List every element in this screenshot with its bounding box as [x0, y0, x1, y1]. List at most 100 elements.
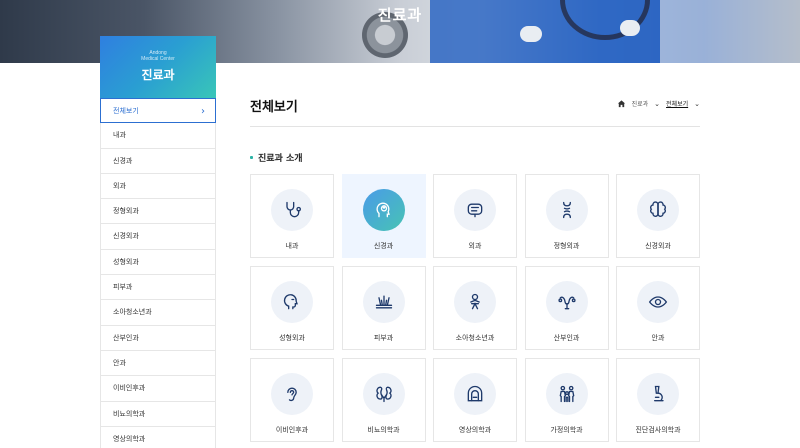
sidebar-item-label: 산부인과 — [113, 333, 139, 342]
dept-card-urology[interactable]: 비뇨의학과 — [341, 358, 426, 442]
dept-label: 신경과 — [373, 242, 394, 250]
intestine-icon — [467, 203, 483, 218]
sidebar-item-internal-medicine[interactable]: 내과 — [100, 123, 216, 149]
sidebar-item-neurology[interactable]: 신경과 — [100, 148, 216, 174]
dept-label: 성형외과 — [279, 334, 305, 342]
icon-badge — [637, 373, 679, 415]
sidebar-english-line2: Medical Center — [141, 56, 175, 62]
icon-badge — [362, 373, 405, 415]
icon-badge — [362, 189, 405, 231]
family-icon — [559, 385, 574, 403]
sidebar-item-label: 신경과 — [113, 156, 133, 165]
sidebar-item-urology[interactable]: 비뇨의학과 — [100, 401, 216, 427]
chevron-down-icon[interactable]: ⌄ — [694, 100, 700, 108]
bullet-icon — [250, 156, 253, 159]
icon-badge — [637, 281, 679, 323]
dept-label: 산부인과 — [553, 334, 580, 342]
face-profile-icon — [283, 294, 298, 310]
dept-label: 가정의학과 — [550, 426, 583, 434]
uterus-icon — [557, 296, 576, 310]
icon-badge — [271, 373, 313, 415]
mri-scanner-icon — [467, 385, 483, 402]
icon-badge — [362, 281, 405, 323]
section-title-text: 진료과 소개 — [258, 154, 303, 164]
breadcrumb-current[interactable]: 전체보기 — [666, 99, 688, 108]
sidebar-item-label: 전체보기 — [113, 107, 139, 115]
breadcrumb: 진료과 ⌄ 전체보기 ⌄ — [617, 99, 700, 108]
icon-badge — [454, 189, 496, 231]
dept-card-family-medicine[interactable]: 가정의학과 — [524, 358, 609, 442]
dept-card-internal-medicine[interactable]: 내과 — [250, 174, 334, 258]
dept-label: 피부과 — [373, 334, 394, 342]
kidney-icon — [375, 386, 392, 403]
sidebar-item-ent[interactable]: 이비인후과 — [100, 376, 216, 402]
sidebar-item-radiology[interactable]: 영상의학과 — [100, 426, 216, 448]
sidebar-item-surgery[interactable]: 외과 — [100, 173, 216, 200]
dept-card-neurology[interactable]: 신경과 — [341, 174, 426, 258]
sidebar-header: Andong Medical Center 진료과 — [100, 36, 216, 98]
sidebar-item-label: 정형외과 — [113, 207, 139, 216]
icon-badge — [545, 281, 588, 323]
baby-icon — [470, 293, 480, 310]
dept-label: 내과 — [285, 242, 299, 250]
sidebar-item-label: 피부과 — [113, 283, 133, 292]
chevron-right-icon: › — [201, 106, 205, 117]
header-divider — [250, 126, 700, 127]
sidebar-item-neurosurgery[interactable]: 신경외과 — [100, 224, 216, 250]
eye-icon — [648, 296, 668, 308]
sidebar-item-label: 신경외과 — [113, 232, 139, 241]
stethoscope-earpiece-graphic — [520, 26, 542, 42]
sidebar-item-pediatrics[interactable]: 소아청소년과 — [100, 300, 216, 326]
dept-card-radiology[interactable]: 영상의학과 — [433, 358, 517, 442]
dept-card-neurosurgery[interactable]: 신경외과 — [616, 174, 700, 258]
sidebar-item-label: 안과 — [113, 358, 126, 367]
sidebar-item-all[interactable]: 전체보기 › — [100, 98, 216, 124]
dept-label: 비뇨의학과 — [367, 426, 400, 434]
dept-label: 안과 — [651, 334, 665, 342]
ear-icon — [287, 387, 297, 402]
chevron-down-icon[interactable]: ⌄ — [654, 100, 660, 108]
dept-card-dermatology[interactable]: 피부과 — [341, 266, 426, 350]
section-title: 진료과 소개 — [250, 151, 303, 164]
sidebar-item-label: 소아청소년과 — [113, 308, 152, 317]
dept-card-plastic-surgery[interactable]: 성형외과 — [250, 266, 334, 350]
sidebar-item-obgyn[interactable]: 산부인과 — [100, 325, 216, 351]
sidebar-item-label: 비뇨의학과 — [113, 409, 146, 418]
sidebar-item-plastic-surgery[interactable]: 성형외과 — [100, 249, 216, 276]
bone-joint-icon — [562, 201, 571, 219]
sidebar-item-label: 내과 — [113, 131, 126, 140]
page-title: 전체보기 — [250, 100, 298, 115]
sidebar-item-dermatology[interactable]: 피부과 — [100, 275, 216, 301]
sidebar-item-label: 이비인후과 — [113, 384, 146, 393]
sidebar-item-ophthalmology[interactable]: 안과 — [100, 350, 216, 377]
dept-card-obgyn[interactable]: 산부인과 — [524, 266, 609, 350]
dept-label: 정형외과 — [553, 242, 580, 250]
sidebar-english-name: Andong Medical Center — [100, 50, 216, 62]
dept-label: 진단검사의학과 — [635, 426, 681, 434]
dept-card-ent[interactable]: 이비인후과 — [250, 358, 334, 442]
icon-badge — [545, 373, 588, 415]
dept-card-surgery[interactable]: 외과 — [433, 174, 517, 258]
icon-badge — [271, 281, 313, 323]
breadcrumb-level1[interactable]: 진료과 — [632, 99, 649, 108]
sidebar-title: 진료과 — [141, 68, 175, 82]
icon-badge — [454, 373, 496, 415]
sidebar-item-label: 외과 — [113, 181, 126, 190]
skin-hair-icon — [375, 295, 392, 309]
dept-label: 신경외과 — [645, 242, 671, 250]
sidebar-menu: 전체보기 › 내과 신경과 외과 정형외과 신경외과 성형외과 피부과 소아청소… — [100, 98, 216, 448]
dept-label: 소아청소년과 — [455, 334, 495, 342]
brain-icon — [650, 201, 666, 217]
dept-label: 이비인후과 — [275, 426, 309, 434]
dept-card-ophthalmology[interactable]: 안과 — [616, 266, 700, 350]
icon-badge — [454, 281, 496, 323]
dept-card-pediatrics[interactable]: 소아청소년과 — [433, 266, 517, 350]
sidebar-item-orthopedics[interactable]: 정형외과 — [100, 199, 216, 225]
dept-card-lab-medicine[interactable]: 진단검사의학과 — [616, 358, 700, 442]
stethoscope-icon — [286, 201, 301, 218]
dept-card-orthopedics[interactable]: 정형외과 — [524, 174, 609, 258]
icon-badge — [545, 189, 588, 231]
home-icon[interactable] — [617, 99, 626, 108]
dept-label: 외과 — [468, 242, 482, 250]
icon-badge — [637, 189, 679, 231]
